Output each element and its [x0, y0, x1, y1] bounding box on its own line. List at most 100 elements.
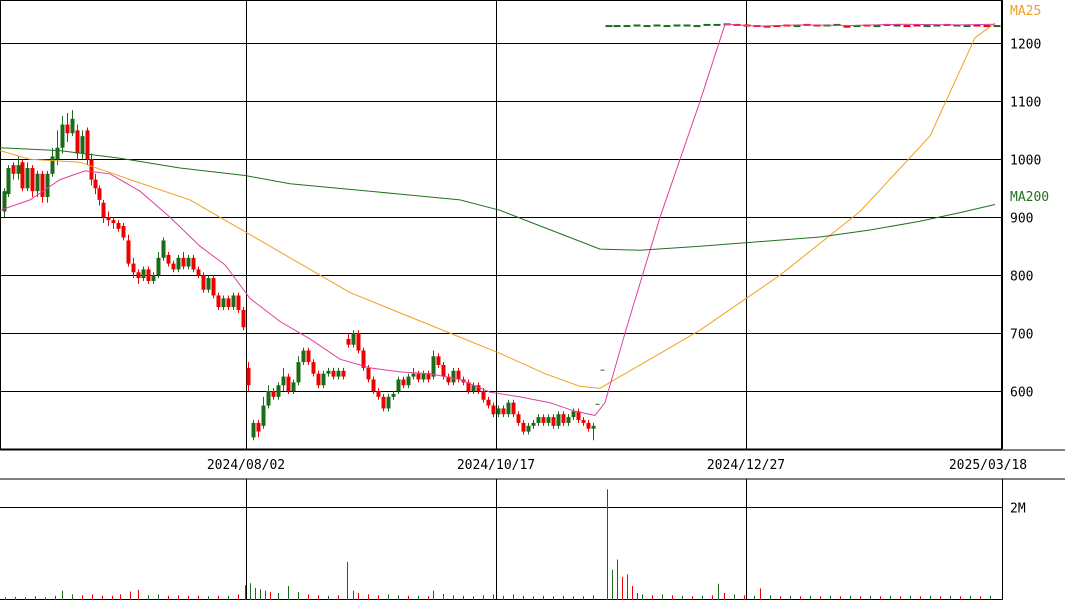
date-tick-label: 2025/03/18	[949, 458, 1027, 473]
candle-body	[341, 370, 346, 377]
candle-body	[246, 367, 251, 386]
candle-body	[45, 173, 50, 197]
candle-body	[136, 272, 141, 279]
candle-body	[673, 24, 681, 27]
price-tick-label: 700	[1010, 328, 1033, 343]
chart-canvas: 600700800900100011001200 2024/08/02 2024/…	[0, 0, 1065, 600]
candle-body	[50, 156, 55, 174]
candle-body	[126, 240, 131, 264]
candle-body	[683, 24, 691, 27]
candle-body	[211, 278, 216, 296]
candle-body	[351, 333, 356, 345]
candle-body	[241, 309, 246, 328]
candle-body	[216, 295, 221, 308]
candle-body	[221, 298, 226, 308]
candle-body	[426, 373, 431, 380]
candle-body	[251, 422, 256, 438]
candle-body	[11, 165, 16, 174]
ma-line-ma75	[0, 23, 996, 416]
candle-body	[436, 356, 441, 365]
candle-body	[566, 417, 571, 423]
candle-body	[141, 269, 146, 279]
candle-body	[106, 217, 111, 221]
candle-body	[65, 124, 70, 134]
candle-body	[406, 376, 411, 386]
candle-body	[903, 25, 911, 28]
candle-body	[561, 414, 566, 423]
candle-body	[181, 257, 186, 267]
candle-body	[591, 425, 596, 429]
candle-body	[301, 350, 306, 363]
candle-body	[501, 408, 506, 415]
price-tick-label: 600	[1010, 386, 1033, 401]
candle-body	[431, 356, 436, 377]
candle-body	[196, 269, 201, 276]
candle-body	[993, 25, 1001, 28]
candle-body	[111, 220, 116, 224]
candle-body	[201, 275, 206, 290]
date-tick-label: 2024/12/27	[707, 458, 785, 473]
candle-body	[623, 25, 631, 28]
candle-body	[411, 373, 416, 377]
candle-body	[541, 417, 546, 423]
candle-body	[276, 385, 281, 397]
candle-body	[581, 420, 586, 423]
candle-body	[376, 391, 381, 397]
candle-body	[261, 405, 266, 426]
volume-tick-label: 2M	[1010, 502, 1026, 517]
candle-body	[511, 402, 516, 415]
volume-bars	[5, 489, 991, 600]
legend-item: MA25	[1010, 4, 1041, 19]
candle-body	[346, 338, 351, 345]
candle-body	[75, 130, 80, 154]
candle-body	[97, 188, 102, 200]
candle-body	[653, 24, 661, 27]
price-tick-label: 800	[1010, 270, 1033, 285]
candle-body	[311, 362, 316, 374]
candle-body	[291, 382, 296, 392]
candle-body	[101, 202, 106, 218]
candle-body	[516, 414, 521, 423]
candle-body	[386, 396, 391, 409]
candle-body	[486, 399, 491, 406]
candle-body	[271, 391, 276, 397]
price-candles	[2, 23, 1001, 441]
candle-body	[93, 179, 98, 189]
date-tick-label: 2024/08/02	[207, 458, 285, 473]
date-axis-labels: 2024/08/02 2024/10/17 2024/12/27 2025/03/18	[207, 458, 1027, 473]
candle-body	[226, 298, 231, 308]
candle-body	[70, 118, 75, 134]
candle-body	[556, 414, 561, 426]
candle-body	[116, 223, 121, 229]
candle-body	[531, 422, 536, 426]
candle-body	[571, 411, 576, 418]
candle-body	[491, 405, 496, 415]
candle-body	[296, 362, 301, 383]
candle-body	[521, 422, 526, 432]
candle-body	[316, 373, 321, 386]
candle-body	[186, 257, 191, 267]
candle-body	[421, 373, 426, 380]
candle-body	[191, 257, 196, 270]
candle-body	[256, 422, 261, 432]
volume-axis-labels: 2M	[1010, 502, 1026, 517]
price-frame	[0, 0, 1002, 450]
candle-body	[171, 263, 176, 270]
price-axis-labels: 600 700 800 900 1000 1100 1200	[1010, 38, 1041, 401]
candle-body	[16, 165, 21, 174]
candle-body	[121, 225, 126, 238]
candle-body	[356, 333, 361, 351]
candle-body	[366, 367, 371, 380]
candle-body	[371, 379, 376, 392]
candle-body	[326, 370, 331, 374]
candle-body	[331, 370, 336, 377]
candle-body	[595, 403, 600, 405]
candle-body	[85, 130, 90, 160]
candle-body	[963, 25, 971, 28]
candle-body	[286, 376, 291, 392]
candle-body	[306, 350, 311, 363]
candle-body	[156, 257, 161, 276]
stock-chart: 600 700 800 900 1000 1100 1200 2024/08/02 2024/…	[0, 0, 1065, 600]
candle-body	[526, 425, 531, 432]
candle-body	[89, 159, 94, 180]
